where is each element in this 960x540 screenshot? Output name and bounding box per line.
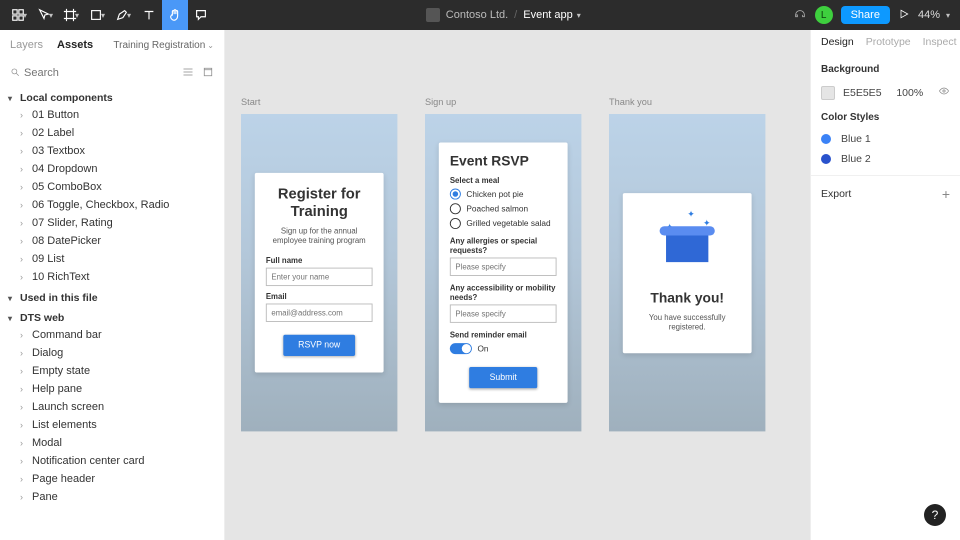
- avatar[interactable]: L: [815, 6, 833, 24]
- org-logo-icon: [426, 8, 440, 22]
- audio-icon[interactable]: [793, 7, 807, 24]
- tree-section[interactable]: Used in this file: [0, 286, 224, 306]
- tree-item[interactable]: 07 Slider, Rating: [0, 214, 224, 232]
- frame-thankyou[interactable]: ✦ ✦ ✦ Thank you! You have successfully r…: [609, 114, 765, 431]
- card-register: Register for Training Sign up for the an…: [255, 173, 384, 373]
- pen-tool[interactable]: ▾: [110, 0, 136, 30]
- tree-item[interactable]: Command bar: [0, 326, 224, 344]
- tree-item[interactable]: 05 ComboBox: [0, 178, 224, 196]
- zoom-level[interactable]: 44%: [918, 9, 940, 21]
- tab-design[interactable]: Design: [821, 36, 854, 48]
- left-panel: Layers Assets Training Registration ⌄ Lo…: [0, 30, 225, 540]
- card-thanks: ✦ ✦ ✦ Thank you! You have successfully r…: [623, 193, 752, 353]
- tree-item[interactable]: 08 DatePicker: [0, 232, 224, 250]
- card-title: Register for Training: [266, 186, 373, 221]
- chevron-down-icon: ▾: [577, 11, 581, 20]
- tree-item[interactable]: Help pane: [0, 380, 224, 398]
- bg-swatch[interactable]: [821, 86, 835, 100]
- tree-item[interactable]: 03 Textbox: [0, 142, 224, 160]
- comment-tool[interactable]: [188, 0, 214, 30]
- reminder-toggle[interactable]: [450, 343, 472, 354]
- canvas[interactable]: ↖ Start Register for Training Sign up fo…: [225, 30, 810, 540]
- help-button[interactable]: ?: [924, 504, 946, 526]
- bg-hex[interactable]: E5E5E5: [843, 87, 882, 99]
- search-icon: [10, 67, 20, 80]
- frame-label[interactable]: Thank you: [609, 97, 652, 107]
- list-view-icon[interactable]: [182, 66, 194, 81]
- tab-layers[interactable]: Layers: [10, 39, 43, 51]
- fullname-field[interactable]: [266, 268, 373, 286]
- tree-item[interactable]: List elements: [0, 416, 224, 434]
- tree-item[interactable]: Page header: [0, 470, 224, 488]
- tree-item[interactable]: 04 Dropdown: [0, 160, 224, 178]
- tree-section[interactable]: DTS web: [0, 306, 224, 326]
- tree-item[interactable]: Launch screen: [0, 398, 224, 416]
- tree-item[interactable]: 06 Toggle, Checkbox, Radio: [0, 196, 224, 214]
- tab-prototype[interactable]: Prototype: [866, 36, 911, 48]
- toolbar-right: L Share 44%▾: [793, 6, 960, 24]
- color-style-row[interactable]: Blue 1: [811, 129, 960, 149]
- tree-item[interactable]: 02 Label: [0, 124, 224, 142]
- meal-option[interactable]: Chicken pot pie: [450, 189, 557, 200]
- asset-search-input[interactable]: [20, 64, 182, 82]
- meal-option[interactable]: Grilled vegetable salad: [450, 218, 557, 229]
- file-breadcrumb[interactable]: Contoso Ltd. / Event app ▾: [214, 8, 793, 22]
- background-section: Background: [811, 56, 960, 81]
- tree-item[interactable]: 10 RichText: [0, 268, 224, 286]
- allergies-field[interactable]: [450, 258, 557, 276]
- tab-inspect[interactable]: Inspect: [923, 36, 957, 48]
- visibility-icon[interactable]: [938, 85, 950, 100]
- tree-item[interactable]: Notification center card: [0, 452, 224, 470]
- tree-item[interactable]: 09 List: [0, 250, 224, 268]
- bg-opacity[interactable]: 100%: [896, 87, 923, 99]
- tree-item[interactable]: Modal: [0, 434, 224, 452]
- rsvp-button[interactable]: RSVP now: [283, 335, 355, 356]
- card-subtitle: Sign up for the annual employee training…: [266, 226, 373, 244]
- submit-button[interactable]: Submit: [469, 367, 537, 388]
- frame-label[interactable]: Sign up: [425, 97, 456, 107]
- thanks-illustration: ✦ ✦ ✦: [634, 209, 741, 283]
- tree-item[interactable]: Dialog: [0, 344, 224, 362]
- frame-tool[interactable]: ▾: [58, 0, 84, 30]
- plus-icon[interactable]: +: [942, 186, 950, 202]
- tree-item[interactable]: Empty state: [0, 362, 224, 380]
- frame-label[interactable]: Start: [241, 97, 260, 107]
- tree-item[interactable]: 01 Button: [0, 106, 224, 124]
- move-tool[interactable]: ▾: [32, 0, 58, 30]
- org-name: Contoso Ltd.: [446, 9, 508, 21]
- frame-start[interactable]: Register for Training Sign up for the an…: [241, 114, 397, 431]
- text-tool[interactable]: [136, 0, 162, 30]
- asset-tree: Local components01 Button02 Label03 Text…: [0, 86, 224, 540]
- main-menu[interactable]: ▾: [6, 0, 32, 30]
- share-button[interactable]: Share: [841, 6, 890, 24]
- color-style-row[interactable]: Blue 2: [811, 149, 960, 169]
- tool-group: ▾ ▾ ▾ ▾ ▾: [0, 0, 214, 30]
- shape-tool[interactable]: ▾: [84, 0, 110, 30]
- present-button[interactable]: [898, 8, 910, 23]
- email-field[interactable]: [266, 304, 373, 322]
- tree-section[interactable]: Local components: [0, 86, 224, 106]
- tree-item[interactable]: Pane: [0, 488, 224, 506]
- card-rsvp: Event RSVP Select a meal Chicken pot pie…: [439, 143, 568, 403]
- accessibility-field[interactable]: [450, 304, 557, 322]
- right-panel: Design Prototype Inspect Background E5E5…: [810, 30, 960, 540]
- hand-tool[interactable]: [162, 0, 188, 30]
- frame-signup[interactable]: Event RSVP Select a meal Chicken pot pie…: [425, 114, 581, 431]
- page-selector[interactable]: Training Registration ⌄: [113, 40, 214, 51]
- colorstyles-section: Color Styles: [811, 104, 960, 129]
- library-icon[interactable]: [202, 66, 214, 81]
- export-section[interactable]: Export+: [811, 175, 960, 212]
- meal-option[interactable]: Poached salmon: [450, 203, 557, 214]
- app-toolbar: ▾ ▾ ▾ ▾ ▾ Contoso Ltd. / Event app ▾ L S…: [0, 0, 960, 30]
- tab-assets[interactable]: Assets: [57, 39, 93, 51]
- file-name: Event app: [523, 9, 573, 21]
